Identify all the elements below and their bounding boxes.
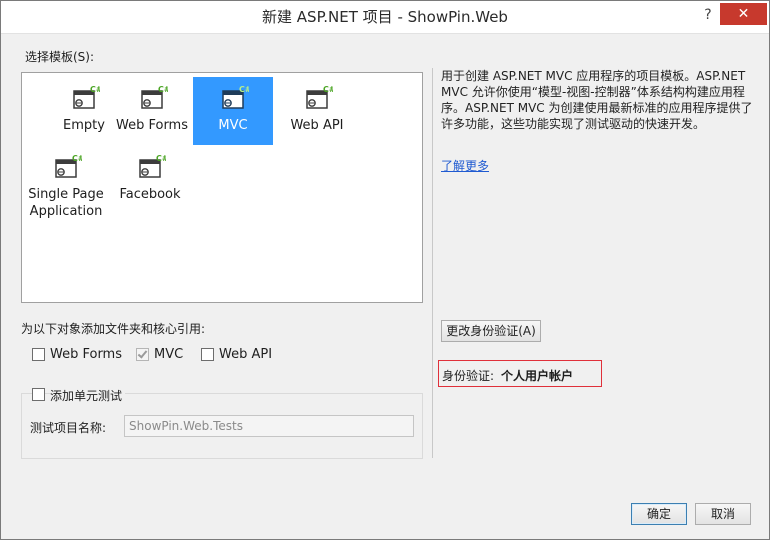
- template-list[interactable]: C# Empty C# Web Forms C# MVC: [21, 72, 423, 303]
- svg-text:C#: C#: [323, 85, 333, 94]
- web-forms-checkbox[interactable]: [32, 348, 45, 361]
- svg-text:C#: C#: [90, 85, 100, 94]
- help-button[interactable]: ?: [701, 6, 715, 24]
- template-label-web-forms: Web Forms: [116, 118, 188, 133]
- cancel-button[interactable]: 取消: [695, 503, 751, 525]
- test-project-name-label: 测试项目名称:: [30, 421, 107, 435]
- test-project-name-input[interactable]: ShowPin.Web.Tests: [124, 415, 414, 437]
- template-label-web-api: Web API: [290, 118, 344, 133]
- ok-button[interactable]: 确定: [631, 503, 687, 525]
- template-heading: 选择模板(S):: [25, 50, 95, 64]
- panel-divider: [432, 68, 433, 458]
- web-forms-label: Web Forms: [50, 347, 122, 362]
- template-web-api[interactable]: C# Web API: [277, 77, 357, 145]
- authentication-value: 个人用户帐户: [501, 369, 574, 383]
- mvc-checkbox[interactable]: [136, 348, 149, 361]
- template-label-single-page-application: Single Page Application: [28, 187, 104, 219]
- web-api-label: Web API: [219, 347, 273, 362]
- dialog-window: 新建 ASP.NET 项目 - ShowPin.Web ? ✕ 选择模板(S):…: [0, 0, 770, 540]
- web-project-template-icon: C#: [222, 85, 249, 109]
- web-project-template-icon: C#: [306, 85, 333, 109]
- template-facebook[interactable]: C# Facebook: [110, 146, 190, 214]
- add-unit-test-label: 添加单元测试: [50, 387, 126, 404]
- web-project-template-icon: C#: [73, 85, 100, 109]
- web-project-template-icon: C#: [139, 154, 166, 178]
- svg-text:C#: C#: [72, 154, 82, 163]
- web-project-template-icon: C#: [55, 154, 82, 178]
- window-title: 新建 ASP.NET 项目 - ShowPin.Web: [262, 8, 508, 26]
- change-authentication-button[interactable]: 更改身份验证(A): [441, 320, 541, 342]
- title-bar: 新建 ASP.NET 项目 - ShowPin.Web ? ✕: [1, 1, 769, 34]
- svg-text:C#: C#: [156, 154, 166, 163]
- svg-text:C#: C#: [239, 85, 249, 94]
- mvc-label: MVC: [154, 347, 184, 362]
- svg-text:C#: C#: [158, 85, 168, 94]
- template-single-page-application[interactable]: C# Single Page Application: [26, 146, 106, 226]
- authentication-label: 身份验证:: [442, 369, 495, 383]
- template-label-mvc: MVC: [218, 118, 248, 133]
- template-description: 用于创建 ASP.NET MVC 应用程序的项目模板。ASP.NET MVC 允…: [441, 69, 753, 131]
- web-project-template-icon: C#: [141, 85, 168, 109]
- web-api-checkbox[interactable]: [201, 348, 214, 361]
- template-web-forms[interactable]: C# Web Forms: [112, 77, 192, 145]
- folders-heading: 为以下对象添加文件夹和核心引用:: [21, 322, 206, 336]
- template-label-facebook: Facebook: [119, 187, 181, 202]
- learn-more-link[interactable]: 了解更多: [441, 157, 489, 174]
- template-mvc[interactable]: C# MVC: [193, 77, 273, 145]
- add-unit-test-checkbox[interactable]: [32, 388, 45, 401]
- close-button[interactable]: ✕: [720, 3, 767, 25]
